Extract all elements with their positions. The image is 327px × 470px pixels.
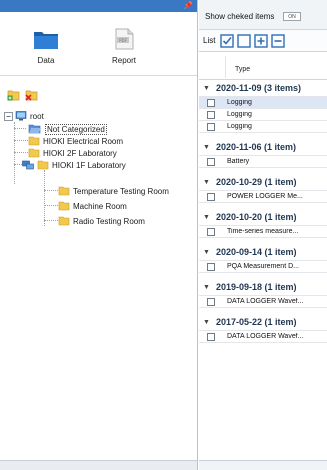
pdf-icon: PDF: [115, 28, 134, 50]
report-mode-label: Report: [111, 56, 136, 65]
data-list: ▼ 2020-11-09 (3 items) Logging Logging Lo…: [199, 80, 327, 343]
folder-icon: [34, 32, 58, 49]
item-checkbox[interactable]: [207, 262, 215, 271]
group-header[interactable]: ▼ 2019-09-18 (1 item): [199, 279, 327, 296]
delete-folder-icon[interactable]: [24, 88, 38, 102]
mode-switcher: Data PDF Report: [0, 12, 197, 76]
tree-node-radio-testing-room[interactable]: Radio Testing Room: [58, 215, 145, 227]
tree-node-label: HIOKI Electrical Room: [43, 136, 124, 146]
group-header[interactable]: ▼ 2020-09-14 (1 item): [199, 244, 327, 261]
folder-icon: [28, 148, 40, 158]
tree-node-label: HIOKI 2F Laboratory: [43, 148, 117, 158]
column-type-header[interactable]: Type: [235, 66, 250, 73]
tree-node-label: Machine Room: [73, 201, 127, 211]
filter-strip: Show cheked items ON: [199, 0, 327, 30]
uncheck-all-icon[interactable]: [237, 33, 252, 48]
pin-icon[interactable]: 📌: [183, 1, 193, 11]
chevron-down-icon[interactable]: ▼: [203, 179, 210, 186]
tree-node-not-categorized[interactable]: Not Categorized: [28, 123, 107, 135]
tree-node-machine-room[interactable]: Machine Room: [58, 200, 127, 212]
expand-all-icon[interactable]: [254, 33, 269, 48]
show-checked-label: Show cheked items: [205, 12, 275, 21]
chevron-down-icon[interactable]: ▼: [203, 144, 210, 151]
tree-node-label: HIOKI 1F Laboratory: [52, 160, 126, 170]
list-item[interactable]: Logging: [199, 97, 327, 109]
group-header[interactable]: ▼ 2020-10-29 (1 item): [199, 174, 327, 191]
folder-icon: [28, 136, 40, 146]
computer-icon: [15, 111, 27, 121]
tree-node-hioki-electrical-room[interactable]: HIOKI Electrical Room: [28, 135, 123, 147]
chevron-down-icon[interactable]: ▼: [203, 214, 210, 221]
folder-icon: [58, 186, 70, 196]
item-checkbox[interactable]: [207, 227, 215, 236]
tree-node-hioki-1f-laboratory[interactable]: HIOKI 1F Laboratory: [22, 159, 126, 171]
collapse-all-icon[interactable]: [271, 33, 286, 48]
item-checkbox[interactable]: [207, 297, 215, 306]
tree-node-label: root: [30, 111, 44, 121]
group-header[interactable]: ▼ 2020-11-06 (1 item): [199, 139, 327, 156]
collapse-toggle-icon[interactable]: −: [4, 111, 13, 121]
open-folder-icon: [28, 124, 42, 134]
chevron-down-icon[interactable]: ▼: [203, 319, 210, 326]
tree-node-label: Radio Testing Room: [73, 216, 145, 226]
folder-icon: [58, 216, 70, 226]
item-checkbox[interactable]: [207, 157, 215, 166]
chevron-down-icon[interactable]: ▼: [203, 249, 210, 256]
list-label: List: [203, 36, 216, 45]
folder-icon: [58, 201, 70, 211]
svg-text:PDF: PDF: [119, 38, 127, 43]
chevron-down-icon[interactable]: ▼: [203, 85, 210, 92]
left-pane-scrollbar[interactable]: [0, 460, 197, 470]
tree-toolbar: [6, 88, 38, 104]
list-item[interactable]: Logging: [199, 121, 327, 133]
right-pane: Show cheked items ON List Type ▼ 2020-11…: [199, 0, 327, 470]
group-header[interactable]: ▼ 2017-05-22 (1 item): [199, 314, 327, 331]
item-checkbox[interactable]: [207, 332, 215, 341]
group-header[interactable]: ▼ 2020-11-09 (3 items): [199, 80, 327, 97]
data-mode-label: Data: [37, 56, 55, 65]
right-pane-scrollbar[interactable]: [199, 460, 327, 470]
list-item[interactable]: DATA LOGGER Wavef...: [199, 296, 327, 308]
tree-node-hioki-2f-laboratory[interactable]: HIOKI 2F Laboratory: [28, 147, 117, 159]
tree-node-root[interactable]: − root: [4, 110, 44, 122]
tree-node-label: Temperature Testing Room: [73, 186, 169, 196]
computer-group-icon: [22, 160, 34, 170]
folder-icon: [37, 160, 49, 170]
list-item[interactable]: Logging: [199, 109, 327, 121]
list-item[interactable]: POWER LOGGER Me...: [199, 191, 327, 203]
show-checked-toggle[interactable]: ON: [283, 12, 301, 21]
item-checkbox[interactable]: [207, 122, 215, 131]
list-item[interactable]: PQA Measurement D...: [199, 261, 327, 273]
list-item[interactable]: DATA LOGGER Wavef...: [199, 331, 327, 343]
tree-node-label: Not Categorized: [45, 123, 107, 135]
left-pane-titlebar: 📌: [0, 0, 197, 12]
check-all-icon[interactable]: [220, 33, 235, 48]
group-header[interactable]: ▼ 2020-10-20 (1 item): [199, 209, 327, 226]
report-mode-button[interactable]: PDF Report: [94, 22, 154, 72]
add-folder-icon[interactable]: [6, 88, 20, 102]
list-column-header: Type: [199, 52, 327, 80]
left-pane: 📌 Data PDF Report − root Not Categorized…: [0, 0, 198, 470]
item-checkbox[interactable]: [207, 98, 215, 107]
item-checkbox[interactable]: [207, 110, 215, 119]
data-mode-button[interactable]: Data: [16, 22, 76, 72]
tree-node-temperature-testing-room[interactable]: Temperature Testing Room: [58, 185, 169, 197]
item-checkbox[interactable]: [207, 192, 215, 201]
list-toolbar: List: [199, 30, 327, 52]
list-item[interactable]: Battery: [199, 156, 327, 168]
list-item[interactable]: Time-series measure...: [199, 226, 327, 238]
chevron-down-icon[interactable]: ▼: [203, 284, 210, 291]
